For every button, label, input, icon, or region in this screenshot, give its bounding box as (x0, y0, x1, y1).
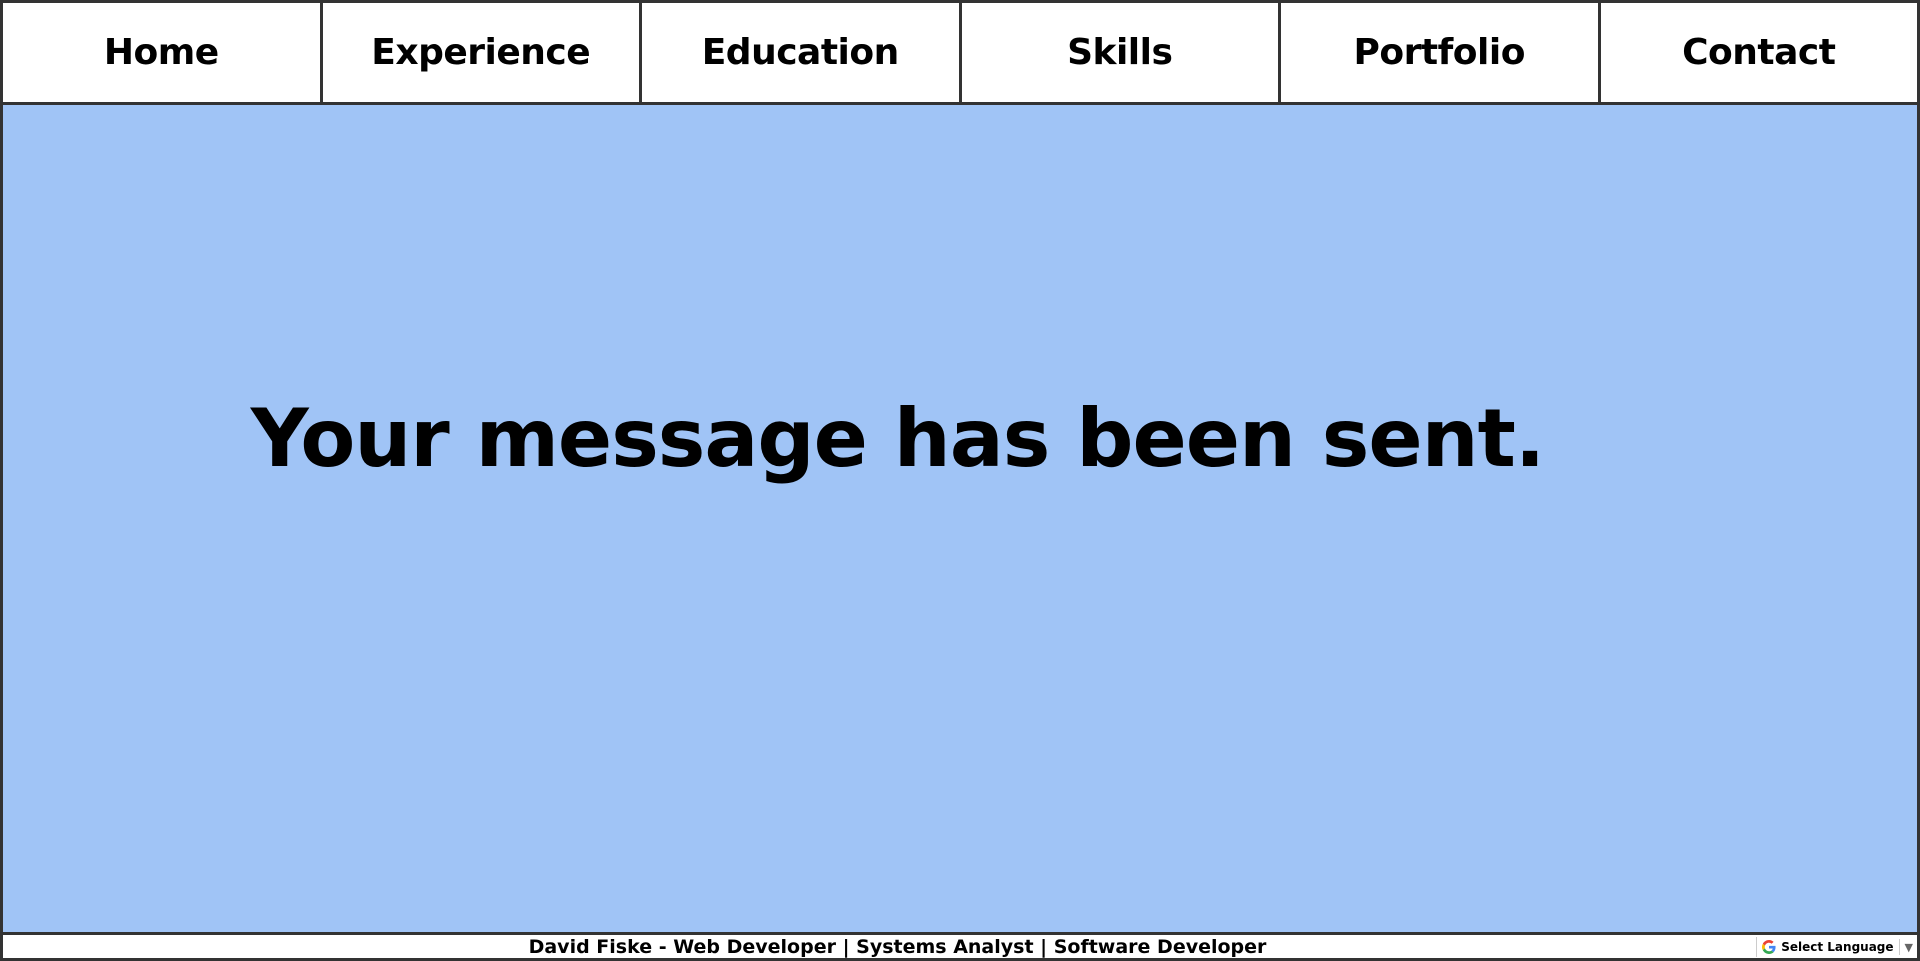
footer: David Fiske - Web Developer | Systems An… (3, 932, 1917, 958)
nav-item-contact[interactable]: Contact (1601, 3, 1918, 102)
page-frame: Home Experience Education Skills Portfol… (0, 0, 1920, 961)
nav-item-skills[interactable]: Skills (962, 3, 1281, 102)
nav-item-education[interactable]: Education (642, 3, 962, 102)
language-selector[interactable]: Select Language ▼ (1756, 937, 1917, 957)
chevron-down-icon: ▼ (1904, 940, 1913, 954)
nav-item-home[interactable]: Home (3, 3, 323, 102)
language-selector-label: Select Language (1781, 940, 1894, 954)
nav-item-portfolio[interactable]: Portfolio (1281, 3, 1601, 102)
language-selector-divider (1898, 939, 1900, 955)
main-content: Your message has been sent. (3, 105, 1917, 932)
google-g-icon (1761, 939, 1777, 955)
nav-item-experience[interactable]: Experience (323, 3, 642, 102)
confirmation-message: Your message has been sent. (250, 392, 1545, 485)
top-nav: Home Experience Education Skills Portfol… (3, 3, 1917, 105)
footer-text: David Fiske - Web Developer | Systems An… (528, 936, 1267, 958)
